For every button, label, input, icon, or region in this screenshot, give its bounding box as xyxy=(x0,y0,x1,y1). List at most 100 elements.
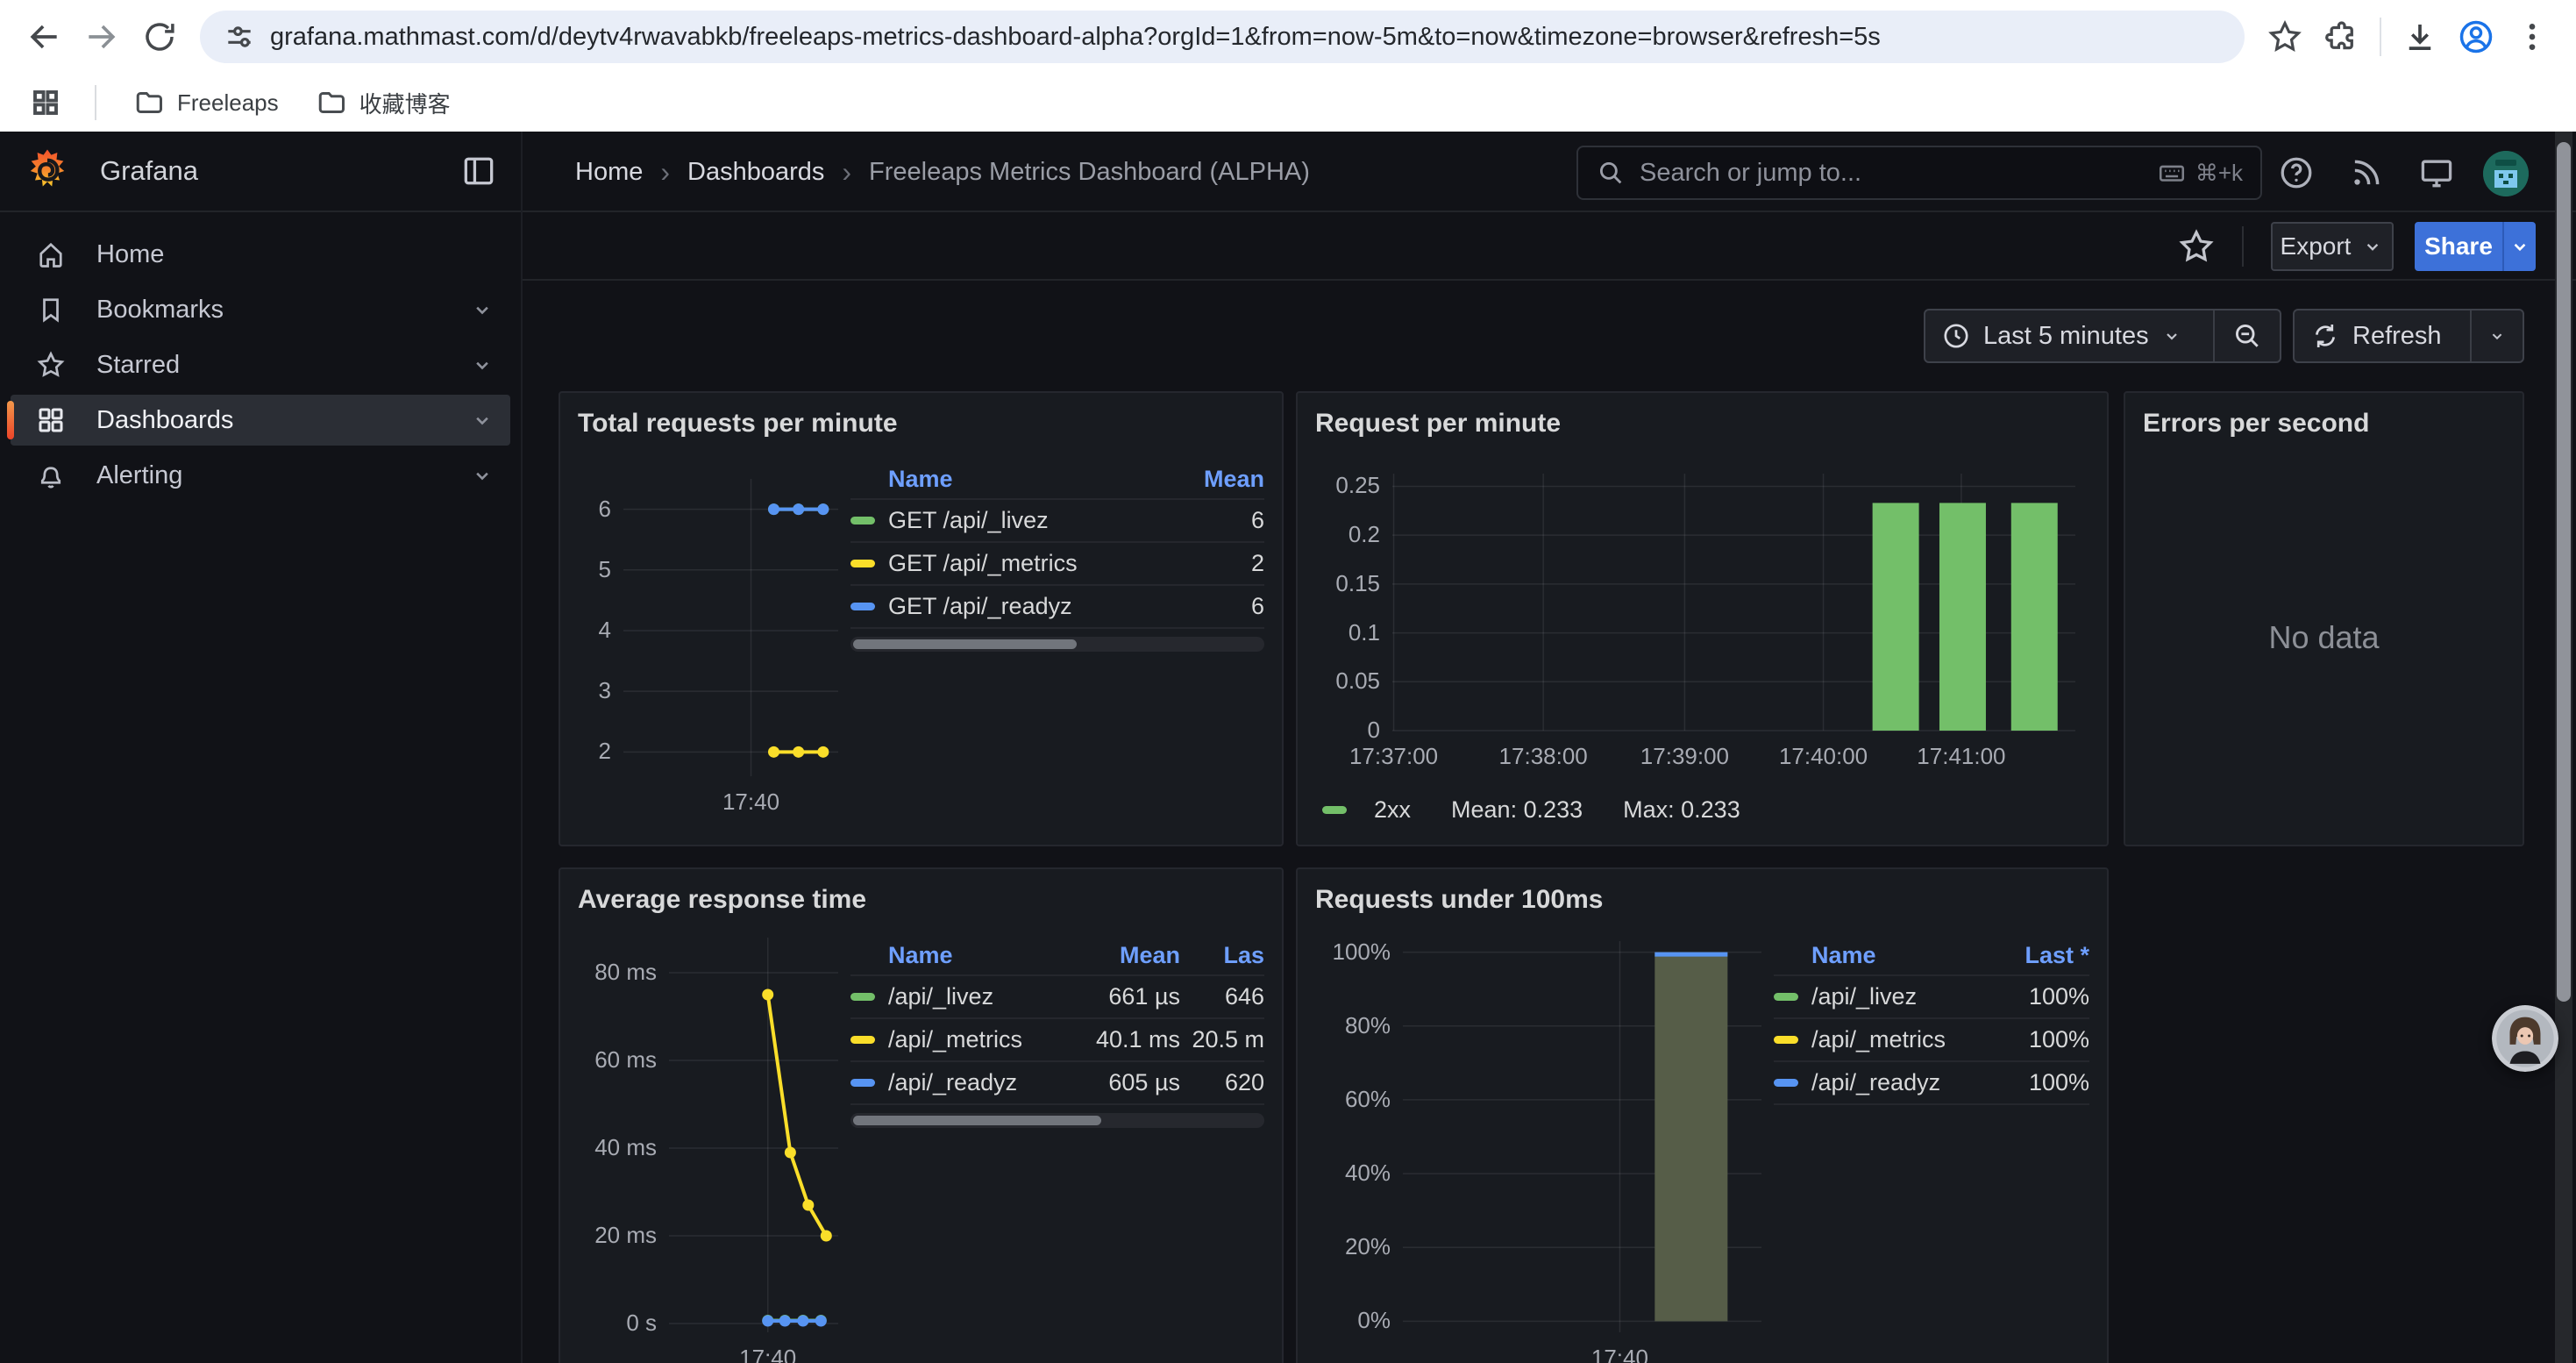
legend-inline[interactable]: 2xx Mean: 0.233 Max: 0.233 xyxy=(1315,784,2089,835)
panel-requests-under-100ms[interactable]: Requests under 100ms 100%80%60%40%20%0%1… xyxy=(1296,867,2109,1363)
chevron-down-icon[interactable] xyxy=(470,353,495,377)
panel-errors-per-second[interactable]: Errors per second No data xyxy=(2124,391,2524,846)
legend-row[interactable]: GET /api/_livez 6 xyxy=(850,500,1264,543)
sidebar-item-bookmarks[interactable]: Bookmarks xyxy=(11,284,510,335)
browser-menu-button[interactable] xyxy=(2508,12,2557,61)
grafana-logo[interactable] xyxy=(23,146,72,196)
chart-canvas xyxy=(1315,920,1774,1363)
panel-title[interactable]: Total requests per minute xyxy=(578,403,1264,444)
bookmark-folder-freeleaps[interactable]: Freeleaps xyxy=(121,82,291,124)
panel-title[interactable]: Average response time xyxy=(578,880,1264,920)
share-button[interactable]: Share xyxy=(2415,222,2502,271)
legend-row[interactable]: GET /api/_metrics 2 xyxy=(850,543,1264,586)
page-scrollbar[interactable] xyxy=(2555,132,2572,1363)
legend-row[interactable]: GET /api/_readyz 6 xyxy=(850,586,1264,629)
series-color-pill[interactable] xyxy=(850,560,875,567)
zoom-out-button[interactable] xyxy=(2215,310,2280,361)
legend-row[interactable]: /api/_metrics 40.1 ms 20.5 m xyxy=(850,1019,1264,1062)
legend-col-mean[interactable]: Mean xyxy=(1196,466,1264,493)
series-color-pill[interactable] xyxy=(1774,1079,1798,1087)
no-data-message: No data xyxy=(2143,444,2505,831)
panel-title[interactable]: Request per minute xyxy=(1315,403,2089,444)
series-color-pill[interactable] xyxy=(850,1079,875,1087)
legend-scrollbar[interactable] xyxy=(850,1113,1264,1128)
bar-chart[interactable]: 100%80%60%40%20%0%17:40 xyxy=(1315,920,1774,1363)
chevron-down-icon[interactable] xyxy=(470,297,495,322)
series-color-pill[interactable] xyxy=(850,603,875,610)
panel-title[interactable]: Requests under 100ms xyxy=(1315,880,2089,920)
downloads-button[interactable] xyxy=(2395,12,2444,61)
legend-row[interactable]: /api/_metrics 100% xyxy=(1774,1019,2089,1062)
breadcrumb-dashboards[interactable]: Dashboards xyxy=(687,158,824,187)
profile-button[interactable] xyxy=(2451,12,2501,61)
bookmark-folder-label[interactable]: 收藏博客 xyxy=(359,87,451,119)
share-menu-button[interactable] xyxy=(2502,222,2536,271)
scrollbar-thumb[interactable] xyxy=(853,639,1077,649)
legend-row[interactable]: /api/_livez 100% xyxy=(1774,976,2089,1019)
legend-col-name[interactable]: Name xyxy=(850,466,1196,493)
legend-row[interactable]: /api/_readyz 605 µs 620 xyxy=(850,1062,1264,1105)
series-color-pill[interactable] xyxy=(1774,1036,1798,1044)
kiosk-mode-button[interactable] xyxy=(2415,151,2459,195)
url-text[interactable]: grafana.mathmast.com/d/deytv4rwavabkb/fr… xyxy=(270,23,1881,52)
address-bar[interactable]: grafana.mathmast.com/d/deytv4rwavabkb/fr… xyxy=(200,11,2245,63)
legend-series-name[interactable]: 2xx xyxy=(1374,796,1411,824)
help-button[interactable] xyxy=(2274,151,2318,195)
forward-button[interactable] xyxy=(77,12,126,61)
panel-request-per-minute[interactable]: Request per minute 0.250.20.150.10.05017… xyxy=(1296,391,2109,846)
legend-col-name[interactable]: Name xyxy=(850,942,1066,969)
panel-title[interactable]: Errors per second xyxy=(2143,403,2505,444)
breadcrumb-home[interactable]: Home xyxy=(575,158,643,187)
time-series-chart[interactable]: 6543217:40 xyxy=(578,444,850,831)
bookmarks-divider xyxy=(95,85,96,120)
scrollbar-thumb[interactable] xyxy=(2557,142,2571,1002)
chevron-down-icon[interactable] xyxy=(470,408,495,432)
back-button[interactable] xyxy=(19,12,68,61)
site-settings-icon[interactable] xyxy=(223,20,256,54)
legend-scrollbar[interactable] xyxy=(850,637,1264,652)
favorite-dashboard-button[interactable] xyxy=(2176,226,2218,268)
extensions-button[interactable] xyxy=(2316,12,2366,61)
user-avatar[interactable] xyxy=(2483,151,2529,196)
y-axis-tick-label: 0.25 xyxy=(1315,472,1380,499)
refresh-button[interactable]: Refresh xyxy=(2295,310,2470,361)
reload-button[interactable] xyxy=(135,12,184,61)
assistant-avatar[interactable] xyxy=(2492,1005,2558,1072)
legend-row[interactable]: /api/_readyz 100% xyxy=(1774,1062,2089,1105)
time-range-picker[interactable]: Last 5 minutes xyxy=(1925,310,2213,361)
legend-col-last[interactable]: Last * xyxy=(1993,942,2089,969)
y-axis-tick-label: 100% xyxy=(1315,938,1391,966)
panel-average-response-time[interactable]: Average response time 80 ms60 ms40 ms20 … xyxy=(559,867,1284,1363)
panel-toggle-icon[interactable] xyxy=(459,152,498,190)
series-color-pill[interactable] xyxy=(1322,806,1347,814)
sidebar-item-home[interactable]: Home xyxy=(11,229,510,280)
legend-col-name[interactable]: Name xyxy=(1774,942,1993,969)
sidebar-item-dashboards[interactable]: Dashboards xyxy=(11,395,510,446)
export-button[interactable]: Export xyxy=(2271,222,2394,271)
news-button[interactable] xyxy=(2345,151,2388,195)
search-shortcut: ⌘+k xyxy=(2157,158,2243,188)
series-color-pill[interactable] xyxy=(850,517,875,525)
sidebar-item-alerting[interactable]: Alerting xyxy=(11,450,510,501)
legend-col-mean[interactable]: Mean xyxy=(1066,942,1180,969)
y-axis-tick-label: 40 ms xyxy=(578,1134,657,1161)
series-color-pill[interactable] xyxy=(850,993,875,1001)
panel-total-requests[interactable]: Total requests per minute 6543217:40 Nam… xyxy=(559,391,1284,846)
refresh-interval-button[interactable] xyxy=(2472,310,2523,361)
search-input[interactable]: Search or jump to... ⌘+k xyxy=(1576,146,2262,200)
bar-chart[interactable]: 0.250.20.150.10.05017:37:0017:38:0017:39… xyxy=(1315,444,2089,784)
series-color-pill[interactable] xyxy=(1774,993,1798,1001)
sidebar-item-starred[interactable]: Starred xyxy=(11,339,510,390)
legend-col-last[interactable]: Las xyxy=(1180,942,1264,969)
bookmark-folder-blogs[interactable]: 收藏博客 xyxy=(303,82,463,125)
scrollbar-thumb[interactable] xyxy=(853,1116,1101,1125)
bookmark-folder-label[interactable]: Freeleaps xyxy=(177,89,279,117)
series-color-pill[interactable] xyxy=(850,1036,875,1044)
chevron-down-icon[interactable] xyxy=(470,463,495,488)
legend-row[interactable]: /api/_livez 661 µs 646 xyxy=(850,976,1264,1019)
y-axis-tick-label: 20 ms xyxy=(578,1222,657,1249)
apps-button[interactable] xyxy=(21,78,70,127)
y-axis-tick-label: 0.2 xyxy=(1315,521,1380,548)
time-series-chart[interactable]: 80 ms60 ms40 ms20 ms0 s17:40 xyxy=(578,920,850,1363)
bookmark-page-button[interactable] xyxy=(2260,12,2309,61)
